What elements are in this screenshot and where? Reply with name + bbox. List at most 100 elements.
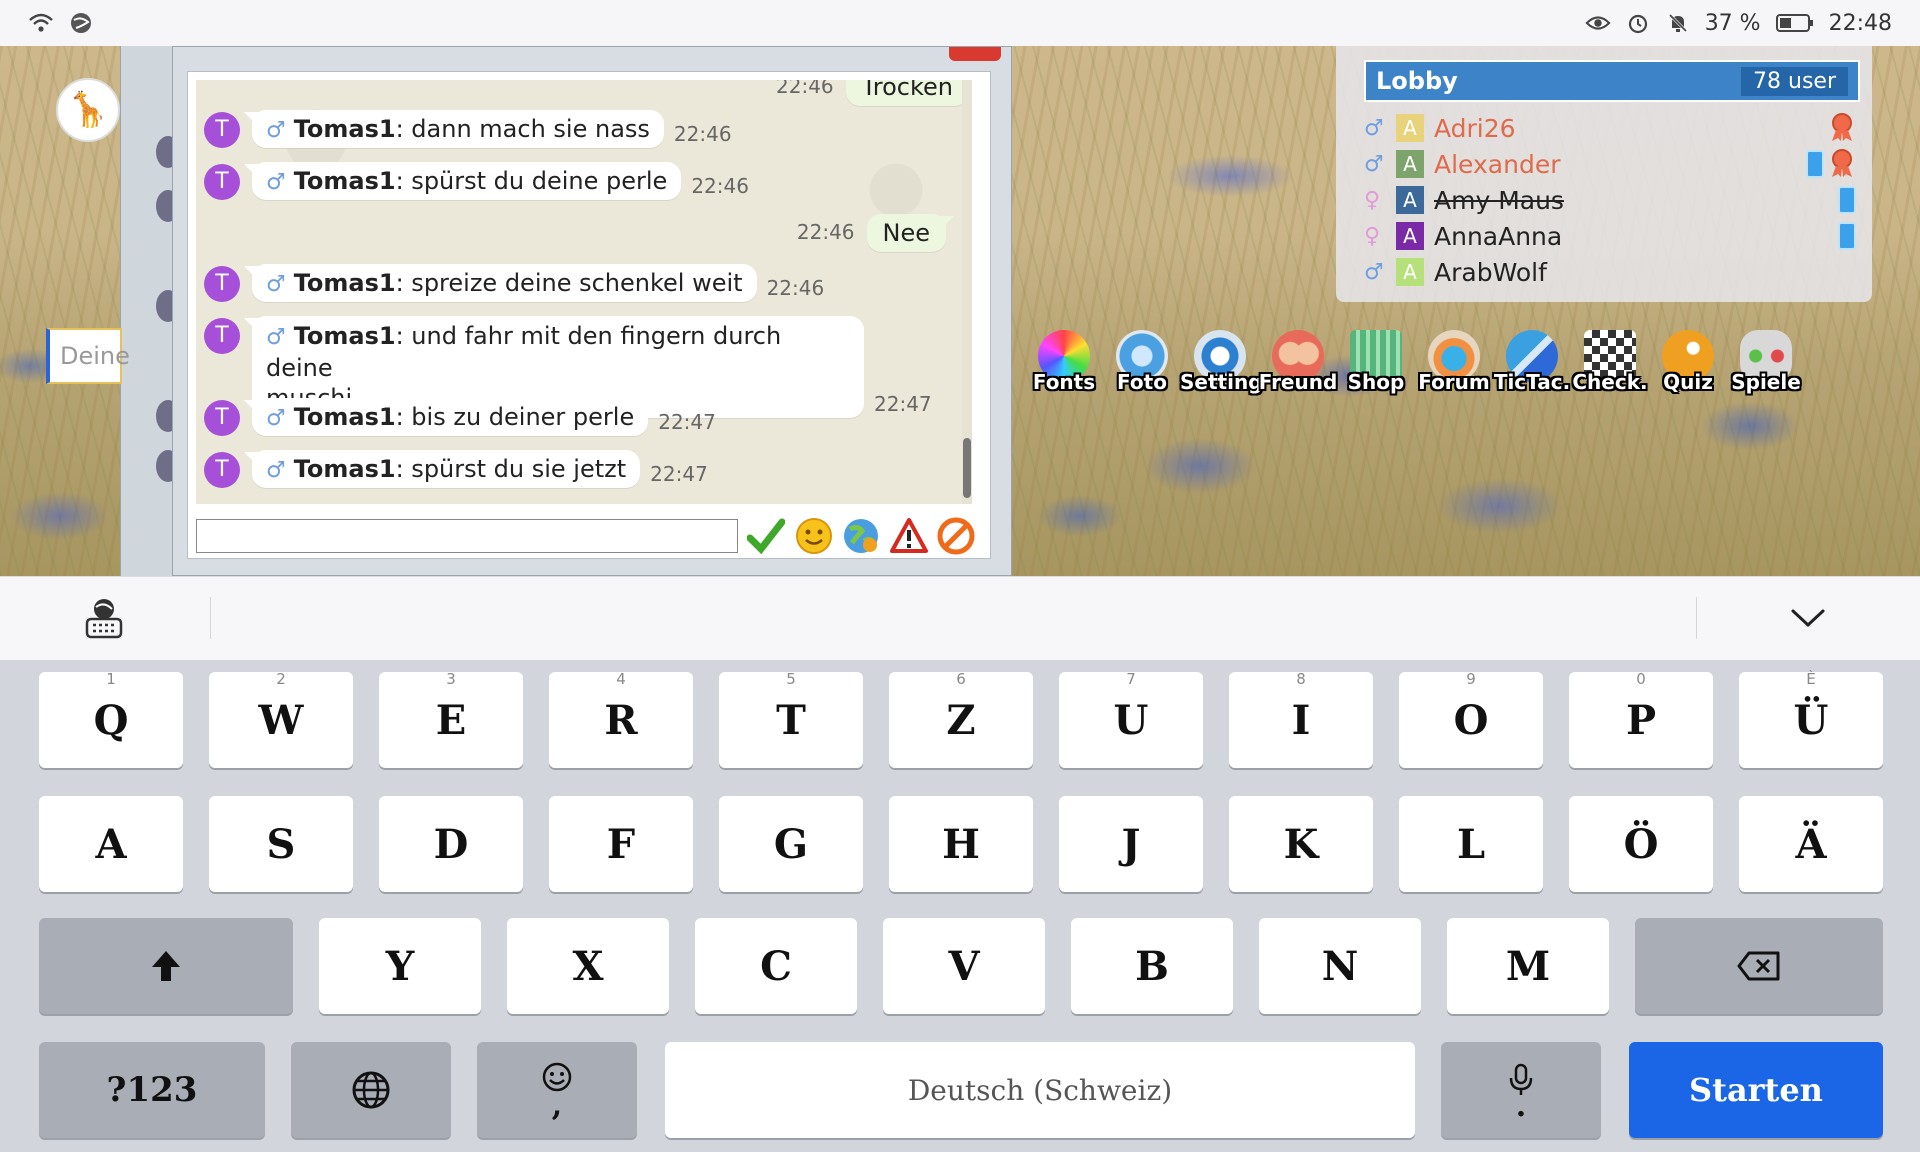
smiley-icon[interactable] <box>794 516 834 556</box>
lobby-user[interactable]: ♂ A Alexander <box>1364 146 1860 182</box>
key-u[interactable]: 7U <box>1059 670 1203 768</box>
block-icon[interactable] <box>936 516 976 556</box>
emoji-comma-key[interactable]: , <box>477 1042 637 1138</box>
user-name: Alexander <box>1434 149 1561 179</box>
key-o[interactable]: 9O <box>1399 670 1543 768</box>
wifi-icon <box>28 12 54 34</box>
enter-key[interactable]: Starten <box>1629 1042 1883 1138</box>
nickname[interactable]: Tomas1 <box>294 403 396 431</box>
app-toolbar: Fonts Foto Setting Freund Shop Forum Tic… <box>1024 330 1904 396</box>
key-h[interactable]: H <box>889 796 1033 892</box>
nickname[interactable]: Tomas1 <box>294 115 396 143</box>
app-foto[interactable]: Foto <box>1102 330 1182 394</box>
app-quiz[interactable]: Quiz <box>1648 330 1728 394</box>
avatar[interactable]: T <box>204 318 240 354</box>
key-f[interactable]: F <box>549 796 693 892</box>
nickname[interactable]: Tomas1 <box>294 167 396 195</box>
key-ae[interactable]: Ä <box>1739 796 1883 892</box>
app-check[interactable]: Check. <box>1570 330 1650 394</box>
avatar[interactable]: T <box>204 266 240 302</box>
globe-icon[interactable] <box>841 516 881 556</box>
private-chat-window: 22:46 Trocken T ♂ Tomas1: dann mach sie n… <box>172 46 1012 576</box>
message-row: T ♂ Tomas1: dann mach sie nass 22:46 <box>204 110 732 148</box>
key-y[interactable]: Y <box>319 918 481 1014</box>
lobby-user[interactable]: ♀ A Amy Maus <box>1364 182 1860 218</box>
browser-globe-icon <box>68 12 94 34</box>
key-a[interactable]: A <box>39 796 183 892</box>
key-q[interactable]: 1Q <box>39 670 183 768</box>
chat-panel: 22:46 Trocken T ♂ Tomas1: dann mach sie n… <box>187 71 991 559</box>
nickname[interactable]: Tomas1 <box>294 455 396 483</box>
key-z[interactable]: 6Z <box>889 670 1033 768</box>
shift-key[interactable] <box>39 918 293 1014</box>
message-text: : spreize deine schenkel weit <box>395 269 743 297</box>
scrollbar-thumb[interactable] <box>963 438 971 498</box>
battery-icon <box>1775 12 1815 34</box>
key-m[interactable]: M <box>1447 918 1609 1014</box>
key-v[interactable]: V <box>883 918 1045 1014</box>
key-l[interactable]: L <box>1399 796 1543 892</box>
language-key[interactable] <box>291 1042 451 1138</box>
app-tictac[interactable]: TicTac. <box>1492 330 1572 394</box>
mobile-icon <box>1806 150 1824 178</box>
send-check-icon[interactable] <box>746 516 786 556</box>
lobby-user[interactable]: ♂ A ArabWolf <box>1364 254 1860 290</box>
key-x[interactable]: X <box>507 918 669 1014</box>
space-key[interactable]: Deutsch (Schweiz) <box>665 1042 1415 1138</box>
giraffe-avatar[interactable]: 🦒 <box>56 78 120 142</box>
scrollbar-track[interactable] <box>962 80 972 504</box>
nickname[interactable]: Tomas1 <box>294 269 396 297</box>
key-ue[interactable]: ÈÜ <box>1739 670 1883 768</box>
key-i[interactable]: 8I <box>1229 670 1373 768</box>
key-s[interactable]: S <box>209 796 353 892</box>
key-k[interactable]: K <box>1229 796 1373 892</box>
avatar[interactable]: T <box>204 452 240 488</box>
key-j[interactable]: J <box>1059 796 1203 892</box>
key-w[interactable]: 2W <box>209 670 353 768</box>
close-tab[interactable] <box>949 47 1001 61</box>
lobby-user[interactable]: ♂ A Adri26 <box>1364 110 1860 146</box>
key-t[interactable]: 5T <box>719 670 863 768</box>
avatar[interactable]: T <box>204 164 240 200</box>
avatar[interactable]: T <box>204 400 240 436</box>
key-oe[interactable]: Ö <box>1569 796 1713 892</box>
left-message-input[interactable]: Deine <box>46 328 130 384</box>
app-setting[interactable]: Setting <box>1180 330 1263 394</box>
own-message-row: 22:46 Nee <box>797 214 946 252</box>
key-c[interactable]: C <box>695 918 857 1014</box>
lobby-user-list[interactable]: ♂ A Adri26 ♂ A Alexander ♀ A Amy Maus ♀ … <box>1364 110 1860 296</box>
male-icon: ♂ <box>1364 115 1384 141</box>
shift-arrow-icon <box>152 951 180 981</box>
backspace-key[interactable] <box>1635 918 1883 1014</box>
key-b[interactable]: B <box>1071 918 1233 1014</box>
lobby-header[interactable]: Lobby 78 user <box>1364 60 1860 102</box>
numbers-key[interactable]: ?123 <box>39 1042 265 1138</box>
app-spiele[interactable]: Spiele <box>1726 330 1806 394</box>
status-bar: 37 % 22:48 <box>0 0 1920 46</box>
key-p[interactable]: 0P <box>1569 670 1713 768</box>
user-letter: A <box>1396 114 1424 142</box>
app-forum[interactable]: Forum <box>1414 330 1494 394</box>
app-shop[interactable]: Shop <box>1336 330 1416 394</box>
clock: 22:48 <box>1828 10 1892 36</box>
user-name: AnnaAnna <box>1434 221 1563 251</box>
message-time: 22:46 <box>766 276 825 300</box>
chat-message-input[interactable] <box>196 519 739 553</box>
nickname[interactable]: Tomas1 <box>294 322 396 350</box>
message-time: 22:47 <box>650 462 708 486</box>
message-list[interactable]: 22:46 Trocken T ♂ Tomas1: dann mach sie n… <box>196 80 972 504</box>
lobby-user[interactable]: ♀ A AnnaAnna <box>1364 218 1860 254</box>
key-n[interactable]: N <box>1259 918 1421 1014</box>
app-fonts[interactable]: Fonts <box>1024 330 1104 394</box>
key-d[interactable]: D <box>379 796 523 892</box>
avatar[interactable]: T <box>204 112 240 148</box>
chevron-down-icon[interactable] <box>1790 607 1826 633</box>
keyboard-settings-icon[interactable] <box>84 597 124 643</box>
warning-icon[interactable] <box>889 516 929 556</box>
mic-period-key[interactable]: . <box>1441 1042 1601 1138</box>
key-g[interactable]: G <box>719 796 863 892</box>
key-r[interactable]: 4R <box>549 670 693 768</box>
award-icon <box>1828 148 1856 185</box>
key-e[interactable]: 3E <box>379 670 523 768</box>
app-freund[interactable]: Freund <box>1258 330 1338 394</box>
